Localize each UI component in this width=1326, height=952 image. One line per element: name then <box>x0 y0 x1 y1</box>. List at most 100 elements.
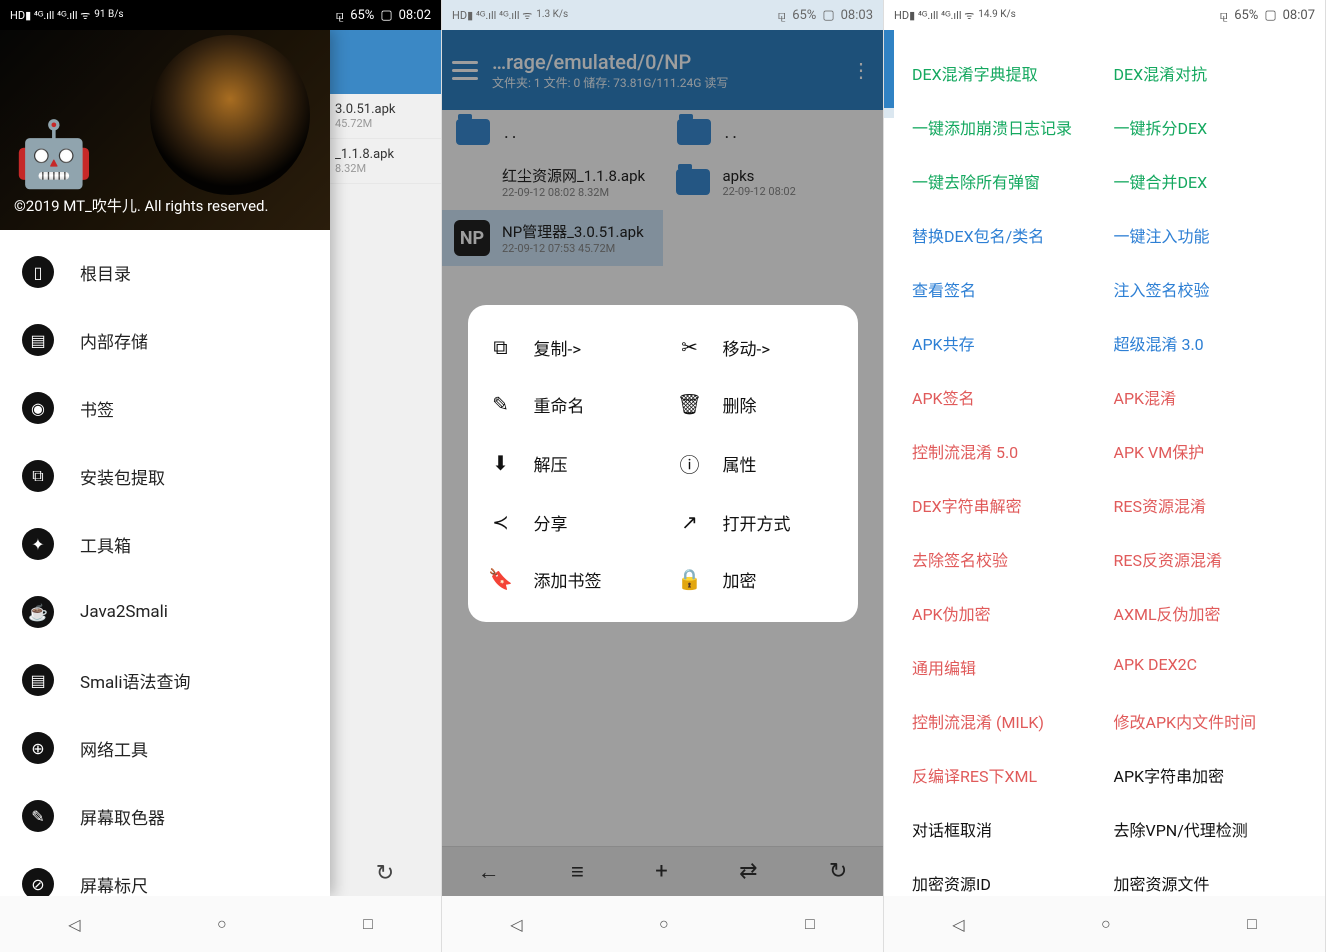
ctx-item[interactable]: ⧉复制-> <box>474 319 663 376</box>
drawer-item-0[interactable]: ▯根目录 <box>0 238 330 306</box>
screen-tools: HD▮ ⁴ᴳ.ıll ⁴ᴳ.ıll ᯤ14.9 K/s ⚼65%▢08:07 D… <box>884 0 1326 952</box>
tool-item[interactable]: APK混淆 <box>1110 370 1302 424</box>
ctx-icon: ✎ <box>488 392 514 416</box>
ctx-label: 属性 <box>723 451 757 476</box>
menu-label: 屏幕标尺 <box>80 872 148 897</box>
menu-icon: ▤ <box>22 324 54 356</box>
menu-label: 屏幕取色器 <box>80 804 165 829</box>
menu-icon: ✎ <box>22 800 54 832</box>
tool-item[interactable]: APK伪加密 <box>908 586 1100 640</box>
tool-item[interactable]: APK签名 <box>908 370 1100 424</box>
tool-item[interactable]: RES反资源混淆 <box>1110 532 1302 586</box>
home-icon[interactable]: ○ <box>659 914 669 934</box>
menu-label: Smali语法查询 <box>80 668 191 693</box>
tool-item[interactable]: APK共存 <box>908 316 1100 370</box>
drawer-item-7[interactable]: ⊕网络工具 <box>0 714 330 782</box>
menu-icon: ⧉ <box>22 460 54 492</box>
tool-item[interactable]: 超级混淆 3.0 <box>1110 316 1302 370</box>
tool-item[interactable]: 控制流混淆 5.0 <box>908 424 1100 478</box>
tool-item[interactable]: 替换DEX包名/类名 <box>908 208 1100 262</box>
ctx-label: 加密 <box>723 567 757 592</box>
drawer-item-2[interactable]: ◉书签 <box>0 374 330 442</box>
menu-label: 内部存储 <box>80 328 148 353</box>
drawer-item-4[interactable]: ✦工具箱 <box>0 510 330 578</box>
ctx-label: 删除 <box>723 392 757 417</box>
tool-item[interactable]: APK DEX2C <box>1110 640 1302 694</box>
recent-icon[interactable]: □ <box>805 914 815 934</box>
tool-item[interactable]: AXML反伪加密 <box>1110 586 1302 640</box>
ctx-icon: ⧉ <box>488 335 514 359</box>
tool-item[interactable]: APK VM保护 <box>1110 424 1302 478</box>
recent-icon[interactable]: □ <box>1247 914 1257 934</box>
tool-item[interactable]: 注入签名校验 <box>1110 262 1302 316</box>
ctx-icon: ⬇ <box>488 451 514 475</box>
menu-label: 根目录 <box>80 260 131 285</box>
ctx-item[interactable]: 🔒 加密 <box>663 551 852 608</box>
tool-item[interactable]: 一键去除所有弹窗 <box>908 154 1100 208</box>
tool-item[interactable]: 一键添加崩溃日志记录 <box>908 100 1100 154</box>
drawer-item-8[interactable]: ✎ 屏幕取色器 <box>0 782 330 850</box>
ctx-item[interactable]: ↗打开方式 <box>663 494 852 551</box>
status-bar: HD▮ ⁴ᴳ.ıll ⁴ᴳ.ıll ᯤ14.9 K/s ⚼65%▢08:07 <box>884 0 1325 30</box>
tool-item[interactable]: 修改APK内文件时间 <box>1110 694 1302 748</box>
home-icon[interactable]: ○ <box>1101 914 1111 934</box>
ctx-item[interactable]: ✎重命名 <box>474 376 663 433</box>
tool-item[interactable]: 一键注入功能 <box>1110 208 1302 262</box>
ctx-icon: 🔒 <box>677 567 703 591</box>
ctx-item[interactable]: ✂移动-> <box>663 319 852 376</box>
tool-item[interactable]: RES资源混淆 <box>1110 478 1302 532</box>
ctx-icon: ≺ <box>488 510 514 534</box>
tool-item[interactable]: 一键拆分DEX <box>1110 100 1302 154</box>
copyright-text: ©2019 MT_吹牛儿. All rights reserved. <box>14 195 316 216</box>
bluetooth-icon: ⚼ <box>335 8 344 23</box>
ctx-icon: 🔖 <box>488 567 514 591</box>
tool-item[interactable]: 通用编辑 <box>908 640 1100 694</box>
drawer-item-5[interactable]: ☕Java2Smali <box>0 578 330 646</box>
tool-item[interactable]: 反编译RES下XML <box>908 748 1100 802</box>
tool-item[interactable]: DEX字符串解密 <box>908 478 1100 532</box>
drawer-item-3[interactable]: ⧉ 安装包提取 <box>0 442 330 510</box>
tool-item[interactable]: 一键合并DEX <box>1110 154 1302 208</box>
menu-label: 网络工具 <box>80 736 148 761</box>
menu-icon: ◉ <box>22 392 54 424</box>
peek-file[interactable]: _1.1.8.apk8.32M <box>329 139 441 184</box>
tool-item[interactable]: 对话框取消 <box>908 802 1100 856</box>
menu-label: 安装包提取 <box>80 464 165 489</box>
ctx-icon: ↗ <box>677 510 703 534</box>
ctx-item[interactable]: ≺ 分享 <box>474 494 663 551</box>
ctx-item[interactable]: 🔖添加书签 <box>474 551 663 608</box>
ctx-item[interactable]: ⬇ 解压 <box>474 433 663 494</box>
tool-item[interactable]: 去除签名校验 <box>908 532 1100 586</box>
ctx-icon: ⓘ <box>677 449 703 478</box>
menu-icon: ▤ <box>22 664 54 696</box>
drawer-item-1[interactable]: ▤ 内部存储 <box>0 306 330 374</box>
refresh-icon[interactable]: ↻ <box>329 861 441 886</box>
back-icon[interactable]: ◁ <box>510 915 522 934</box>
modal-overlay[interactable]: ⧉复制->✂移动->✎重命名 🗑 删除 ⬇ 解压 ⓘ 属性 ≺ 分享 ↗打开方式🔖添加书签 🔒 加密 <box>442 30 883 896</box>
menu-icon: ✦ <box>22 528 54 560</box>
system-nav: ◁ ○ □ <box>442 896 883 952</box>
peek-file[interactable]: 3.0.51.apk45.72M <box>329 94 441 139</box>
back-icon[interactable]: ◁ <box>68 915 80 934</box>
tool-item[interactable]: APK字符串加密 <box>1110 748 1302 802</box>
recent-icon[interactable]: □ <box>363 914 373 934</box>
ctx-label: 解压 <box>534 451 568 476</box>
ctx-label: 分享 <box>534 510 568 535</box>
ctx-icon: 🗑 <box>677 392 703 416</box>
drawer-item-6[interactable]: ▤ Smali语法查询 <box>0 646 330 714</box>
home-icon[interactable]: ○ <box>217 914 227 934</box>
menu-label: Java2Smali <box>80 602 168 622</box>
back-icon[interactable]: ◁ <box>952 915 964 934</box>
ctx-item[interactable]: ⓘ 属性 <box>663 433 852 494</box>
status-bar: HD▮ ⁴ᴳ.ıll ⁴ᴳ.ıll ᯤ91 B/s ⚼65%▢08:02 <box>0 0 441 30</box>
menu-icon: ⊘ <box>22 868 54 896</box>
tool-item[interactable]: 查看签名 <box>908 262 1100 316</box>
tool-item[interactable]: 去除VPN/代理检测 <box>1110 802 1302 856</box>
tool-item[interactable]: DEX混淆对抗 <box>1110 46 1302 100</box>
drawer-item-9[interactable]: ⊘ 屏幕标尺 <box>0 850 330 896</box>
ctx-item[interactable]: 🗑 删除 <box>663 376 852 433</box>
tool-item[interactable]: 控制流混淆 (MILK) <box>908 694 1100 748</box>
context-menu: ⧉复制->✂移动->✎重命名 🗑 删除 ⬇ 解压 ⓘ 属性 ≺ 分享 ↗打开方式🔖添加书签 🔒 加密 <box>468 305 858 622</box>
screen-file-manager: HD▮ ⁴ᴳ.ıll ⁴ᴳ.ıll ᯤ1.3 K/s ⚼65%▢08:03 …r… <box>442 0 884 952</box>
tool-item[interactable]: DEX混淆字典提取 <box>908 46 1100 100</box>
